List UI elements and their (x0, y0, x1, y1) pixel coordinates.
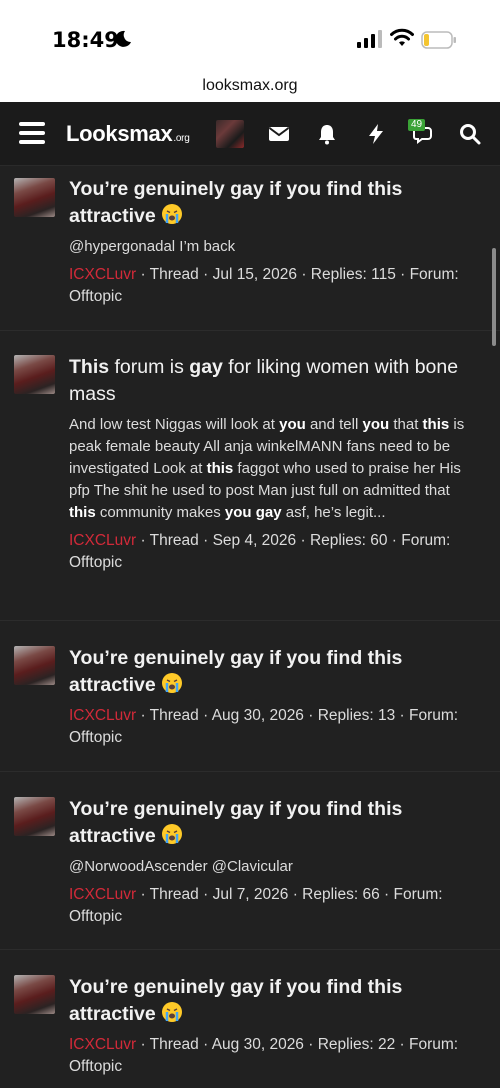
alerts-badge: 49 (408, 119, 426, 131)
thread-title[interactable]: You’re genuinely gay if you find this at… (69, 176, 480, 230)
logo-suffix: .org (173, 133, 190, 144)
loudly-crying-emoji (162, 824, 183, 844)
logo-main: Looksmax (66, 121, 173, 146)
user-avatar[interactable] (216, 120, 244, 148)
search-icon[interactable] (458, 122, 482, 146)
result-item[interactable]: You’re genuinely gay if you find this at… (0, 772, 500, 950)
title-part: gay (189, 356, 223, 378)
title-part: This (69, 356, 110, 378)
thread-snippet: @hypergonadal I’m back (69, 238, 236, 255)
search-results: You’re genuinely gay if you find this at… (0, 166, 500, 1088)
site-nav: Looksmax.org 49 (0, 102, 500, 166)
envelope-icon[interactable] (267, 122, 291, 146)
thread-meta: ICXCLuvr · Thread · Sep 4, 2026 · Replie… (69, 530, 480, 574)
signal-icon (357, 30, 382, 48)
thread-snippet: And low test Niggas will look at you and… (69, 416, 465, 521)
author-link[interactable]: ICXCLuvr (69, 532, 136, 549)
bell-icon[interactable] (315, 122, 339, 146)
author-avatar[interactable] (14, 975, 55, 1014)
title-text: You’re genuinely gay if you find this at… (69, 178, 403, 227)
wifi-icon (390, 28, 414, 46)
result-item[interactable]: You’re genuinely gay if you find this at… (0, 950, 500, 1088)
author-link[interactable]: ICXCLuvr (69, 886, 136, 903)
thread-meta: ICXCLuvr · Thread · Jul 15, 2026 · Repli… (69, 264, 480, 308)
battery-icon (421, 31, 456, 49)
thread-title[interactable]: This forum is gay for liking women with … (69, 354, 480, 408)
author-link[interactable]: ICXCLuvr (69, 707, 136, 724)
title-part: forum is (109, 356, 190, 378)
thread-title[interactable]: You’re genuinely gay if you find this at… (69, 645, 480, 699)
status-bar: 18:49 (0, 0, 500, 70)
menu-icon[interactable] (19, 122, 45, 144)
moon-icon (115, 30, 131, 47)
author-avatar[interactable] (14, 355, 55, 394)
thread-meta: ICXCLuvr · Thread · Aug 30, 2026 · Repli… (69, 705, 480, 749)
result-item[interactable]: You’re genuinely gay if you find this at… (0, 166, 500, 331)
thread-meta: ICXCLuvr · Thread · Jul 7, 2026 · Replie… (69, 884, 480, 928)
bolt-icon[interactable] (364, 122, 388, 146)
author-link[interactable]: ICXCLuvr (69, 1036, 136, 1053)
thread-meta: ICXCLuvr · Thread · Aug 30, 2026 · Repli… (69, 1034, 480, 1078)
author-link[interactable]: ICXCLuvr (69, 266, 136, 283)
thread-snippet: @NorwoodAscender @Clavicular (69, 858, 293, 875)
thread-title[interactable]: You’re genuinely gay if you find this at… (69, 974, 480, 1028)
scrollbar[interactable] (492, 248, 496, 346)
url-text: looksmax.org (202, 77, 298, 94)
site-logo[interactable]: Looksmax.org (66, 121, 190, 147)
result-item[interactable]: You’re genuinely gay if you find this at… (0, 621, 500, 772)
title-text: You’re genuinely gay if you find this at… (69, 798, 403, 847)
loudly-crying-emoji (162, 204, 183, 224)
thread-title[interactable]: You’re genuinely gay if you find this at… (69, 796, 480, 850)
loudly-crying-emoji (162, 1002, 183, 1022)
author-avatar[interactable] (14, 797, 55, 836)
title-text: You’re genuinely gay if you find this at… (69, 976, 403, 1025)
loudly-crying-emoji (162, 673, 183, 693)
result-item[interactable]: This forum is gay for liking women with … (0, 331, 500, 621)
author-avatar[interactable] (14, 178, 55, 217)
address-bar[interactable]: looksmax.org (0, 70, 500, 102)
status-time: 18:49 (52, 28, 119, 52)
author-avatar[interactable] (14, 646, 55, 685)
title-text: You’re genuinely gay if you find this at… (69, 647, 403, 696)
